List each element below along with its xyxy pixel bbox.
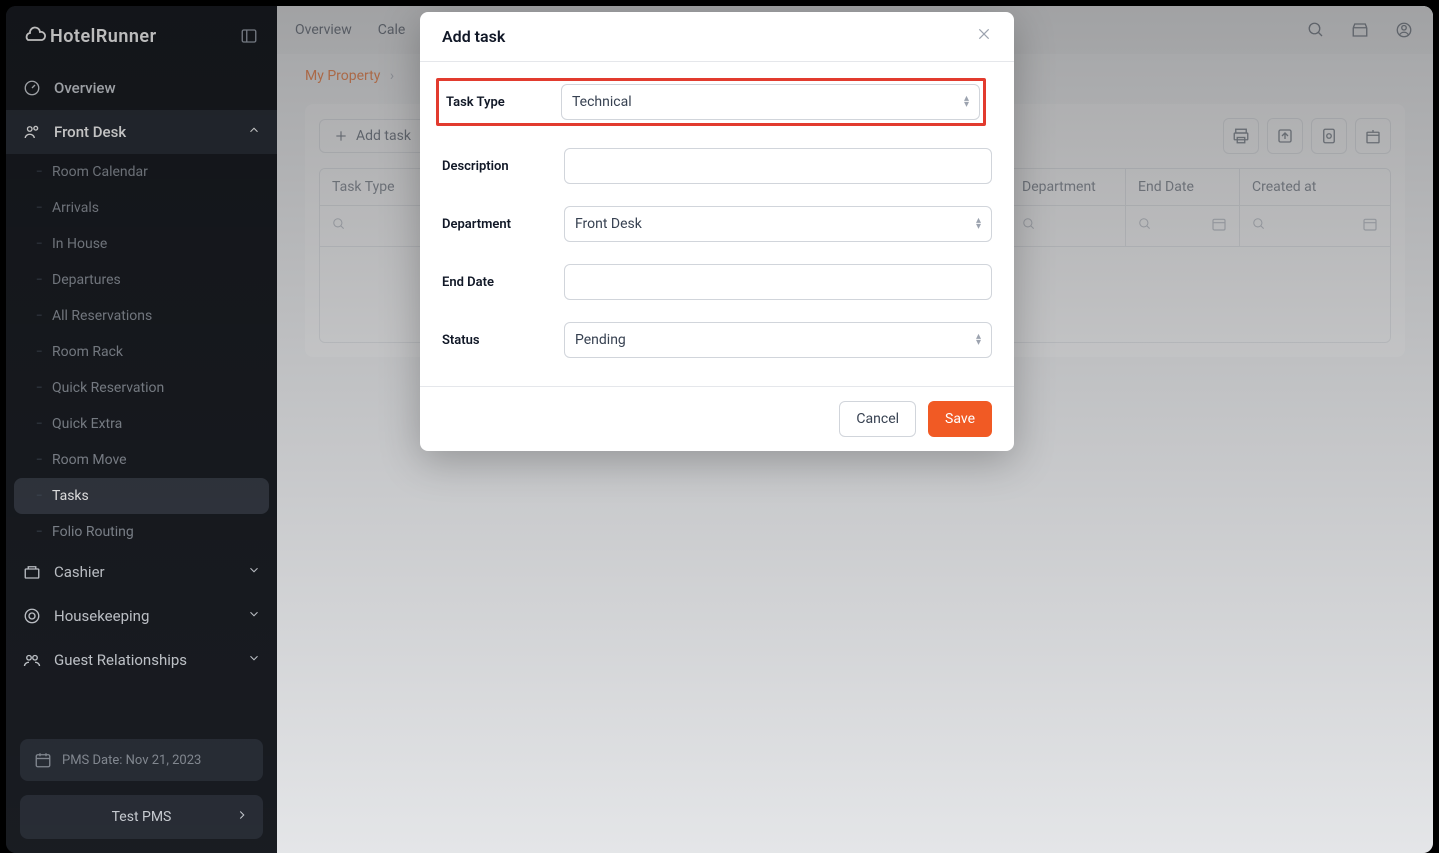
search-icon: [1022, 217, 1036, 231]
search-icon: [1252, 217, 1266, 231]
user-icon: [1395, 21, 1413, 39]
sub-arrivals[interactable]: –Arrivals: [6, 190, 277, 226]
store-icon: [1351, 21, 1369, 39]
save-button[interactable]: Save: [928, 401, 992, 437]
filter-date-created-at[interactable]: [1362, 216, 1378, 236]
filter-search-end-date[interactable]: [1138, 217, 1152, 235]
search-icon: [1307, 21, 1325, 39]
sub-room-move[interactable]: –Room Move: [6, 442, 277, 478]
breadcrumb-my-property[interactable]: My Property: [305, 68, 380, 84]
add-task-modal: Add task Task Type Technical ▴▾ Descript…: [420, 12, 1014, 451]
add-task-button[interactable]: Add task: [319, 119, 426, 153]
guests-icon: [22, 650, 42, 670]
label-description: Description: [442, 159, 564, 174]
panel-icon: [240, 27, 258, 45]
sub-all-reservations[interactable]: –All Reservations: [6, 298, 277, 334]
sub-folio-routing[interactable]: –Folio Routing: [6, 514, 277, 550]
sidebar-collapse-button[interactable]: [237, 24, 261, 48]
filter-search-created-at[interactable]: [1252, 217, 1266, 235]
print-button[interactable]: [1223, 118, 1259, 154]
package-icon: [1364, 127, 1382, 145]
calendar-icon: [1211, 216, 1227, 232]
filter-date-end-date[interactable]: [1211, 216, 1227, 236]
chevron-up-icon: [247, 123, 261, 141]
cashier-icon: [22, 562, 42, 582]
calendar-icon: [1362, 216, 1378, 232]
nav-front-desk-label: Front Desk: [54, 123, 126, 141]
search-button[interactable]: [1305, 19, 1327, 41]
tab-calendar[interactable]: Cale: [378, 22, 406, 38]
chevron-right-icon: ›: [390, 68, 394, 84]
close-icon: [976, 26, 992, 42]
select-arrows-icon: ▴▾: [964, 96, 969, 108]
chevron-down-icon: [247, 563, 261, 581]
export-icon: [1276, 127, 1294, 145]
sub-room-calendar[interactable]: –Room Calendar: [6, 154, 277, 190]
pms-date-display: PMS Date: Nov 21, 2023: [20, 739, 263, 781]
th-department[interactable]: Department: [1010, 169, 1126, 205]
cloud-icon: [24, 24, 48, 48]
nav-overview[interactable]: Overview: [6, 66, 277, 110]
search-icon: [1138, 217, 1152, 231]
store-button[interactable]: [1349, 19, 1371, 41]
filter-search-department[interactable]: [1022, 217, 1036, 235]
sub-quick-extra[interactable]: –Quick Extra: [6, 406, 277, 442]
modal-close-button[interactable]: [976, 26, 992, 47]
chevron-down-icon: [247, 651, 261, 669]
export-button-2[interactable]: [1311, 118, 1347, 154]
sub-quick-reservation[interactable]: –Quick Reservation: [6, 370, 277, 406]
test-pms-button[interactable]: Test PMS: [20, 795, 263, 839]
nav-housekeeping[interactable]: Housekeeping: [6, 594, 277, 638]
th-created-at[interactable]: Created at: [1240, 169, 1390, 205]
plus-icon: [334, 129, 348, 143]
department-select[interactable]: Front Desk ▴▾: [564, 206, 992, 242]
select-arrows-icon: ▴▾: [976, 334, 981, 346]
profile-button[interactable]: [1393, 19, 1415, 41]
label-end-date: End Date: [442, 275, 564, 290]
brand-text: HotelRunner: [50, 26, 157, 47]
label-department: Department: [442, 217, 564, 232]
sub-in-house[interactable]: –In House: [6, 226, 277, 262]
chevron-down-icon: [247, 607, 261, 625]
print-icon: [1232, 127, 1250, 145]
calendar-icon: [34, 751, 52, 769]
filter-search-task-type[interactable]: [332, 217, 346, 235]
nav-cashier[interactable]: Cashier: [6, 550, 277, 594]
housekeeping-icon: [22, 606, 42, 626]
end-date-input[interactable]: [564, 264, 992, 300]
front-desk-icon: [22, 122, 42, 142]
status-select[interactable]: Pending ▴▾: [564, 322, 992, 358]
export-button-1[interactable]: [1267, 118, 1303, 154]
sub-tasks[interactable]: –Tasks: [14, 478, 269, 514]
document-icon: [1320, 127, 1338, 145]
nav-guest-relationships[interactable]: Guest Relationships: [6, 638, 277, 682]
cancel-button[interactable]: Cancel: [839, 401, 916, 437]
task-type-select[interactable]: Technical ▴▾: [561, 84, 980, 120]
chevron-right-icon: [235, 808, 249, 826]
select-arrows-icon: ▴▾: [976, 218, 981, 230]
search-icon: [332, 217, 346, 231]
description-input[interactable]: [564, 148, 992, 184]
th-end-date[interactable]: End Date: [1126, 169, 1240, 205]
brand-logo: HotelRunner: [24, 24, 157, 48]
nav-overview-label: Overview: [54, 79, 116, 97]
sub-departures[interactable]: –Departures: [6, 262, 277, 298]
modal-title: Add task: [442, 27, 505, 46]
label-status: Status: [442, 333, 564, 348]
export-button-3[interactable]: [1355, 118, 1391, 154]
sub-room-rack[interactable]: –Room Rack: [6, 334, 277, 370]
label-task-type: Task Type: [442, 95, 561, 110]
gauge-icon: [22, 78, 42, 98]
nav-front-desk[interactable]: Front Desk: [6, 110, 277, 154]
tab-overview[interactable]: Overview: [295, 22, 352, 38]
